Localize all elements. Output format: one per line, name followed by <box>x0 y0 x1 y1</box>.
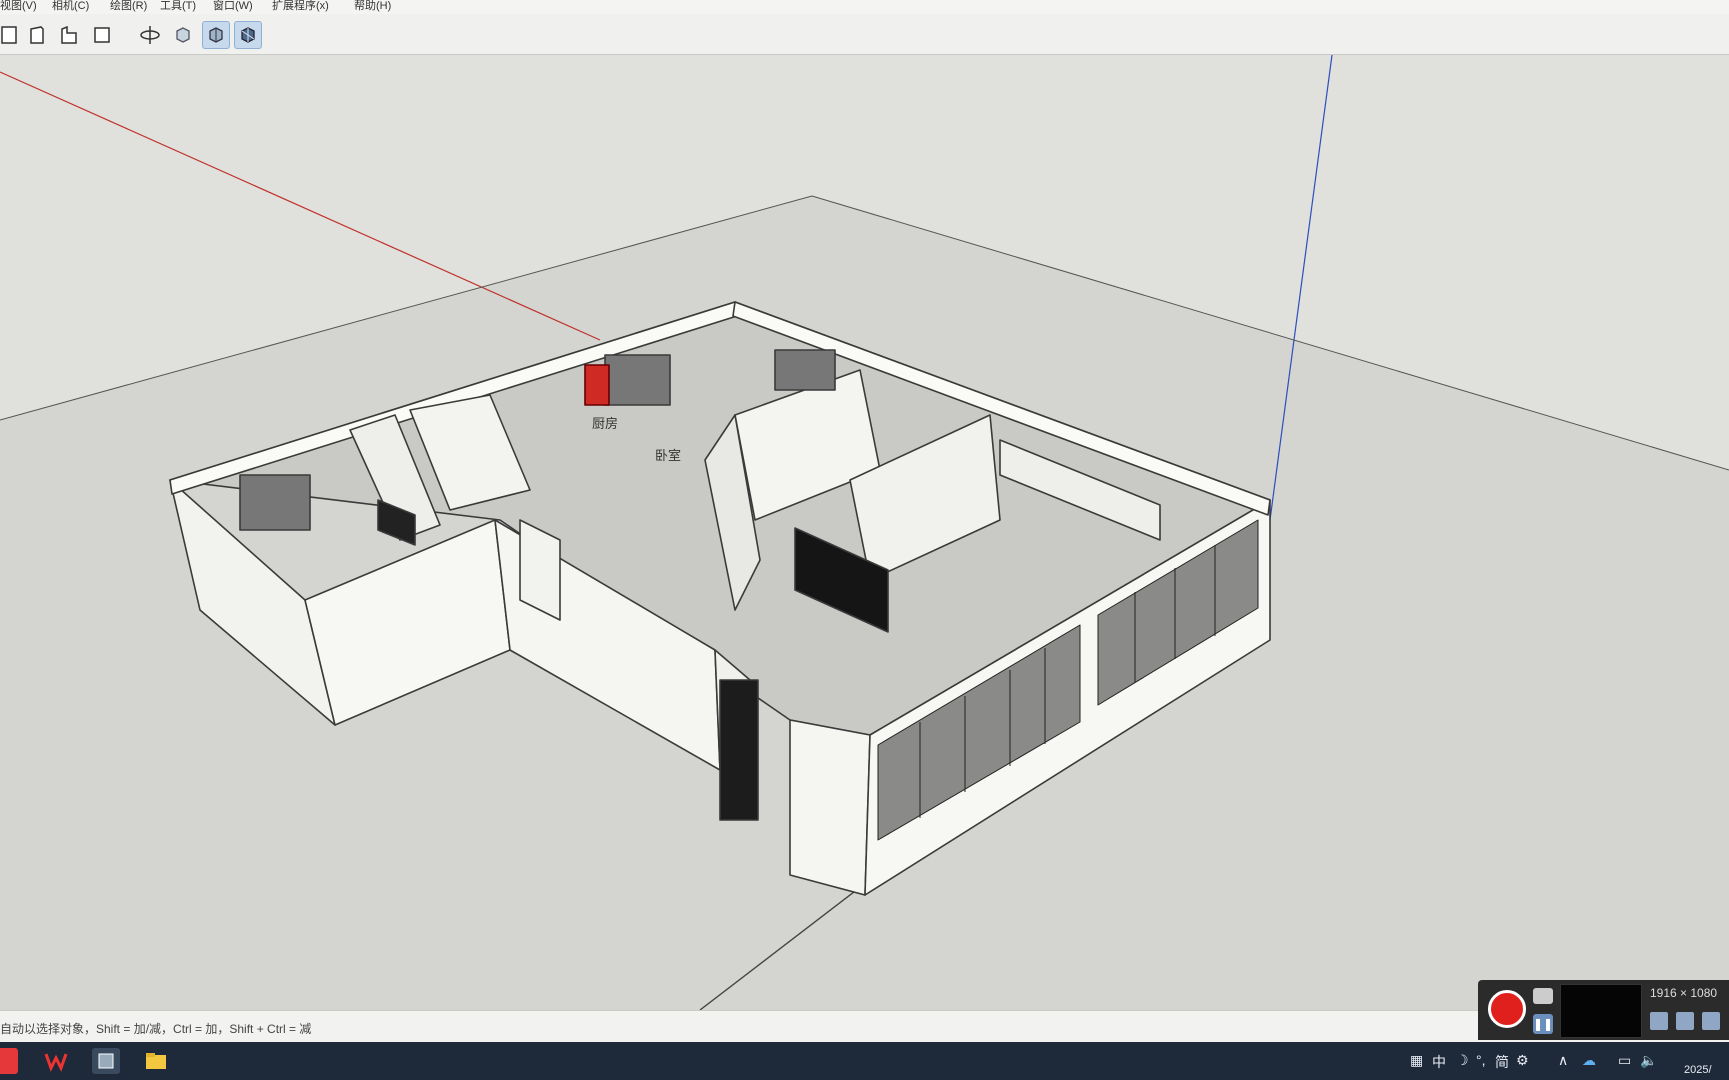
window-north <box>774 349 836 391</box>
menu-bar: 视图(V) 相机(C) 绘图(R) 工具(T) 窗口(W) 扩展程序(x) 帮助… <box>0 0 1729 14</box>
wps-icon[interactable] <box>42 1048 70 1074</box>
tray-moon-icon[interactable]: ☽ <box>1456 1052 1469 1069</box>
audio-meter <box>1560 984 1642 1038</box>
app-red-icon[interactable] <box>0 1048 18 1074</box>
xray-style-icon[interactable] <box>170 22 196 48</box>
toolbar <box>0 14 1729 55</box>
tray-ime[interactable]: 简 <box>1495 1052 1509 1072</box>
file-explorer-icon[interactable] <box>142 1048 170 1074</box>
camera-icon[interactable] <box>1533 988 1553 1004</box>
side-view-icon[interactable] <box>56 22 82 48</box>
recorder-resolution: 1916 × 1080 <box>1650 986 1718 1000</box>
model-viewport[interactable]: 厨房 卧室 <box>0 55 1729 1010</box>
record-button[interactable] <box>1488 990 1526 1028</box>
tray-lang[interactable]: 中 <box>1432 1052 1446 1072</box>
menu-camera[interactable]: 相机(C) <box>52 0 89 13</box>
label-bedroom: 卧室 <box>655 448 681 463</box>
tray-cloud-icon[interactable]: ☁ <box>1582 1052 1596 1069</box>
front-view-icon[interactable] <box>24 22 50 48</box>
menu-tools[interactable]: 工具(T) <box>160 0 196 13</box>
tray-volume-icon[interactable]: 🔈 <box>1640 1052 1657 1069</box>
tray-grid-icon[interactable]: ▦ <box>1410 1052 1423 1069</box>
model-canvas: 厨房 卧室 <box>0 55 1729 1010</box>
top-view-icon[interactable] <box>0 22 22 48</box>
menu-view[interactable]: 视图(V) <box>0 0 37 13</box>
menu-window[interactable]: 窗口(W) <box>213 0 253 13</box>
back-view-icon[interactable] <box>89 22 115 48</box>
orbit-icon[interactable] <box>137 22 163 48</box>
status-bar: 自动以选择对象，Shift = 加/减，Ctrl = 加，Shift + Ctr… <box>0 1010 1729 1043</box>
entry-door <box>719 679 759 821</box>
mic-icon[interactable] <box>1676 1012 1694 1030</box>
window-kitchen <box>604 354 671 406</box>
status-hint: 自动以选择对象，Shift = 加/减，Ctrl = 加，Shift + Ctr… <box>0 1022 312 1036</box>
taskbar: ▦ 中 ☽ °, 简 ⚙ ∧ ☁ ▭ 🔈 2025/ <box>0 1042 1729 1080</box>
webcam-icon[interactable] <box>1702 1012 1720 1030</box>
menu-extensions[interactable]: 扩展程序(x) <box>272 0 329 13</box>
kitchen-red-appliance <box>584 364 610 406</box>
menu-help[interactable]: 帮助(H) <box>354 0 391 13</box>
wall-south-east <box>789 719 871 896</box>
menu-draw[interactable]: 绘图(R) <box>110 0 147 13</box>
tray-clock[interactable]: 2025/ <box>1684 1064 1712 1076</box>
tray-chevron-icon[interactable]: ∧ <box>1558 1052 1568 1069</box>
label-kitchen: 厨房 <box>592 416 618 431</box>
pause-icon[interactable]: ❚❚ <box>1533 1014 1553 1034</box>
window-bedroom <box>239 474 311 531</box>
speaker-icon[interactable] <box>1650 1012 1668 1030</box>
sketchup-icon[interactable] <box>92 1048 120 1074</box>
shaded-style-icon[interactable] <box>202 21 230 49</box>
shaded-textures-icon[interactable] <box>234 21 262 49</box>
screen-recorder-widget: ❚❚ 1916 × 1080 <box>1478 980 1729 1040</box>
tray-settings-icon[interactable]: ⚙ <box>1516 1052 1529 1069</box>
tray-punct-icon[interactable]: °, <box>1476 1052 1486 1068</box>
tray-network-icon[interactable]: ▭ <box>1618 1052 1631 1069</box>
